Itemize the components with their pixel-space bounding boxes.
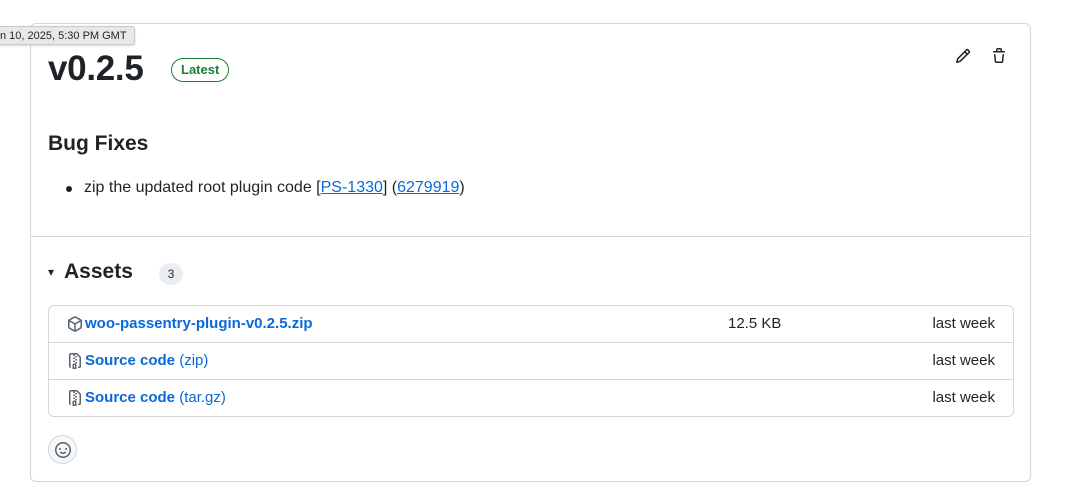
asset-download-link[interactable]: Source code (tar.gz) <box>85 389 226 406</box>
trash-icon <box>993 48 1005 63</box>
asset-name: Source code <box>85 389 176 406</box>
asset-date: last week <box>932 352 995 369</box>
asset-row: woo-passentry-plugin-v0.2.5.zip 12.5 KB … <box>49 306 1013 343</box>
list-item: zip the updated root plugin code [PS-133… <box>48 176 465 200</box>
assets-toggle[interactable]: ▾ Assets <box>48 258 133 286</box>
asset-name: woo-passentry-plugin-v0.2.5.zip <box>85 315 313 332</box>
release-notes-list: zip the updated root plugin code [PS-133… <box>48 176 465 200</box>
caret-down-icon: ▾ <box>48 265 55 279</box>
edit-button[interactable] <box>951 44 975 68</box>
notes-heading: Bug Fixes <box>48 132 149 155</box>
assets-count-badge: 3 <box>159 263 183 285</box>
note-text: ) <box>459 179 465 196</box>
timestamp-tooltip: n 10, 2025, 5:30 PM GMT <box>0 26 135 45</box>
file-zip-icon <box>69 390 81 406</box>
asset-download-link[interactable]: Source code (zip) <box>85 352 208 369</box>
asset-name: Source code <box>85 352 176 369</box>
asset-row: Source code (tar.gz) last week <box>49 380 1013 416</box>
section-divider <box>30 236 1031 237</box>
note-text: ] ( <box>382 179 398 196</box>
package-icon <box>68 316 82 332</box>
assets-heading: Assets <box>64 260 133 283</box>
issue-link[interactable]: PS-1330 <box>321 179 383 196</box>
add-reaction-button[interactable] <box>48 435 77 464</box>
release-title[interactable]: v0.2.5 <box>48 48 144 90</box>
asset-suffix: (tar.gz) <box>175 389 226 406</box>
pencil-icon <box>955 48 971 64</box>
delete-button[interactable] <box>987 44 1011 68</box>
asset-date: last week <box>932 315 995 332</box>
note-text: zip the updated root plugin code [ <box>84 179 321 196</box>
asset-date: last week <box>932 389 995 406</box>
asset-list: woo-passentry-plugin-v0.2.5.zip 12.5 KB … <box>48 305 1014 417</box>
asset-row: Source code (zip) last week <box>49 343 1013 380</box>
asset-suffix: (zip) <box>175 352 209 369</box>
asset-download-link[interactable]: woo-passentry-plugin-v0.2.5.zip <box>85 315 313 332</box>
commit-link[interactable]: 6279919 <box>397 179 459 196</box>
latest-badge: Latest <box>171 58 230 82</box>
smiley-icon <box>54 441 71 458</box>
file-zip-icon <box>69 353 81 369</box>
asset-size: 12.5 KB <box>728 315 782 332</box>
